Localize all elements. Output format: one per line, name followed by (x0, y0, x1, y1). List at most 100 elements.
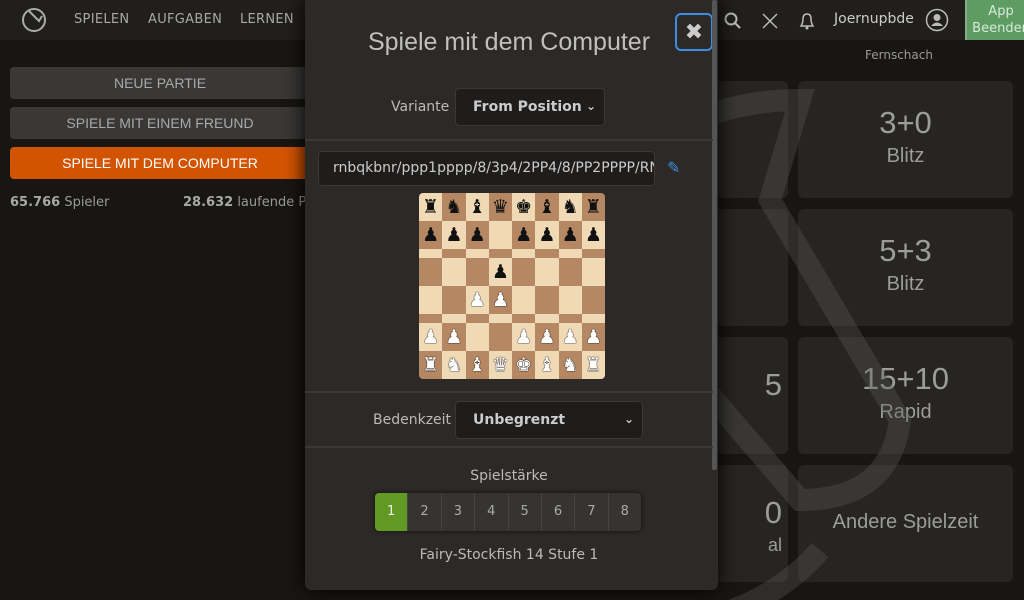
black-pawn-icon[interactable]: ♟ (422, 225, 439, 245)
board-square[interactable]: ♟ (488, 258, 512, 286)
board-square[interactable] (488, 314, 512, 323)
scrollbar[interactable] (712, 0, 717, 470)
close-button[interactable]: ✖ (675, 13, 713, 51)
black-queen-icon[interactable]: ♛ (492, 197, 509, 217)
board-square[interactable] (442, 258, 466, 286)
board-square[interactable] (419, 249, 443, 258)
board-square[interactable]: ♛ (488, 351, 512, 379)
white-pawn-icon[interactable]: ♟ (445, 327, 462, 347)
white-queen-icon[interactable]: ♛ (492, 355, 509, 375)
board-square[interactable] (419, 314, 443, 323)
nav-lernen[interactable]: LERNEN (240, 12, 294, 27)
board-square[interactable] (442, 286, 466, 314)
board-square[interactable] (465, 258, 489, 286)
board-square[interactable] (465, 323, 489, 351)
bell-icon[interactable] (798, 11, 816, 31)
board-square[interactable]: ♜ (419, 193, 443, 221)
level-6-button[interactable]: 6 (540, 493, 574, 531)
white-knight-icon[interactable]: ♞ (445, 355, 462, 375)
white-pawn-icon[interactable]: ♟ (422, 327, 439, 347)
board-square[interactable] (581, 258, 605, 286)
black-knight-icon[interactable]: ♞ (445, 197, 462, 217)
board-square[interactable]: ♟ (558, 323, 582, 351)
level-4-button[interactable]: 4 (474, 493, 507, 531)
pool-card-15-10[interactable]: 15+10 Rapid (798, 337, 1013, 454)
username[interactable]: Joernupbde (834, 11, 914, 27)
nav-spielen[interactable]: SPIELEN (74, 12, 129, 27)
app-quit-button[interactable]: App Beenden (965, 0, 1024, 40)
board-square[interactable]: ♚ (512, 193, 536, 221)
board-square[interactable]: ♝ (465, 351, 489, 379)
white-pawn-icon[interactable]: ♟ (538, 327, 555, 347)
new-game-button[interactable]: NEUE PARTIE (10, 67, 310, 99)
board-square[interactable]: ♟ (581, 221, 605, 249)
play-with-computer-button[interactable]: SPIELE MIT DEM COMPUTER (10, 147, 310, 179)
level-1-button[interactable]: 1 (375, 493, 408, 531)
crossed-swords-icon[interactable] (761, 12, 779, 30)
black-pawn-icon[interactable]: ♟ (492, 262, 509, 282)
board-square[interactable]: ♞ (558, 351, 582, 379)
time-select[interactable]: Unbegrenzt ⌄ (455, 401, 643, 439)
black-pawn-icon[interactable]: ♟ (469, 225, 486, 245)
board-square[interactable] (558, 258, 582, 286)
board-square[interactable] (465, 249, 489, 258)
board-square[interactable] (512, 258, 536, 286)
board-square[interactable] (558, 249, 582, 258)
black-pawn-icon[interactable]: ♟ (515, 225, 532, 245)
board-square[interactable]: ♞ (442, 193, 466, 221)
nav-aufgaben[interactable]: AUFGABEN (148, 12, 222, 27)
black-pawn-icon[interactable]: ♟ (585, 225, 602, 245)
level-3-button[interactable]: 3 (440, 493, 474, 531)
user-avatar-icon[interactable] (925, 8, 949, 32)
board-square[interactable] (558, 286, 582, 314)
board-square[interactable]: ♟ (512, 221, 536, 249)
board-square[interactable] (465, 314, 489, 323)
board-square[interactable] (581, 286, 605, 314)
board-square[interactable] (488, 249, 512, 258)
logo-knight-icon[interactable] (20, 6, 48, 34)
white-rook-icon[interactable]: ♜ (585, 355, 602, 375)
black-pawn-icon[interactable]: ♟ (538, 225, 555, 245)
board-square[interactable]: ♜ (419, 351, 443, 379)
board-square[interactable]: ♟ (465, 221, 489, 249)
black-rook-icon[interactable]: ♜ (422, 197, 439, 217)
black-bishop-icon[interactable]: ♝ (469, 197, 486, 217)
pool-card-5-3[interactable]: 5+3 Blitz (798, 209, 1013, 326)
black-pawn-icon[interactable]: ♟ (562, 225, 579, 245)
board-square[interactable]: ♞ (442, 351, 466, 379)
white-bishop-icon[interactable]: ♝ (538, 355, 555, 375)
pool-card-custom[interactable]: Andere Spielzeit (798, 465, 1013, 582)
search-icon[interactable] (724, 12, 742, 30)
board-square[interactable]: ♜ (581, 193, 605, 221)
board-square[interactable] (535, 314, 559, 323)
black-king-icon[interactable]: ♚ (515, 197, 532, 217)
level-2-button[interactable]: 2 (407, 493, 440, 531)
board-square[interactable]: ♟ (558, 221, 582, 249)
level-7-button[interactable]: 7 (574, 493, 607, 531)
board-square[interactable]: ♝ (465, 193, 489, 221)
board-square[interactable] (488, 323, 512, 351)
board-square[interactable]: ♝ (535, 351, 559, 379)
white-pawn-icon[interactable]: ♟ (515, 327, 532, 347)
black-rook-icon[interactable]: ♜ (585, 197, 602, 217)
board-square[interactable]: ♜ (581, 351, 605, 379)
white-king-icon[interactable]: ♚ (515, 355, 532, 375)
white-bishop-icon[interactable]: ♝ (469, 355, 486, 375)
board-square[interactable] (419, 286, 443, 314)
board-square[interactable] (512, 286, 536, 314)
board-square[interactable] (442, 249, 466, 258)
board-square[interactable]: ♟ (419, 221, 443, 249)
white-pawn-icon[interactable]: ♟ (469, 290, 486, 310)
play-with-friend-button[interactable]: SPIELE MIT EINEM FREUND (10, 107, 310, 139)
chess-board[interactable]: ♜ ♞ ♝ ♛ ♚ ♝ ♞ ♜ ♟ ♟ ♟ ♟ ♟ ♟ ♟ ♟ ♟ ♟ ♟ ♟ ♟ ♟ ♟ ♟ ♜ ♞ ♝ ♛ ♚ ♝ ♞ ♜ (419, 193, 605, 379)
board-square[interactable] (488, 221, 512, 249)
white-pawn-icon[interactable]: ♟ (492, 290, 509, 310)
board-square[interactable]: ♟ (442, 221, 466, 249)
pool-card-3-0[interactable]: 3+0 Blitz (798, 81, 1013, 198)
black-knight-icon[interactable]: ♞ (562, 197, 579, 217)
fernschach-label[interactable]: Fernschach (865, 48, 933, 62)
board-square[interactable]: ♟ (488, 286, 512, 314)
level-5-button[interactable]: 5 (507, 493, 541, 531)
board-square[interactable] (512, 314, 536, 323)
board-square[interactable]: ♟ (535, 323, 559, 351)
